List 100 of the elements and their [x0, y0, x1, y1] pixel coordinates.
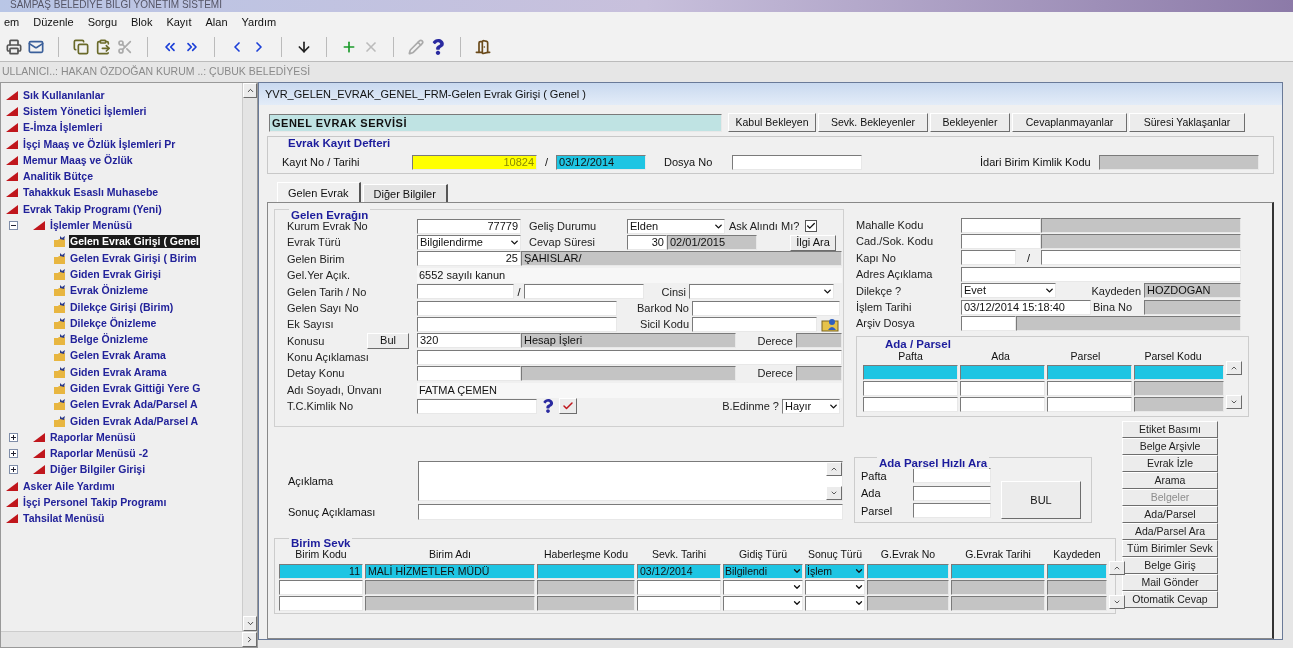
tab[interactable]: Gelen Evrak — [277, 182, 361, 202]
input-field[interactable] — [417, 366, 521, 382]
table-dropdown[interactable] — [805, 595, 865, 611]
exit-icon[interactable] — [475, 38, 491, 55]
filter-button[interactable]: Kabul Bekleyen — [728, 113, 816, 132]
tree-item[interactable]: Gelen Evrak Girişi ( Birim — [69, 251, 198, 265]
dropdown[interactable]: Evet — [961, 283, 1056, 299]
dropdown[interactable]: Bilgilendirme — [417, 235, 521, 251]
input-field[interactable] — [961, 250, 1016, 266]
table-cell[interactable] — [1047, 595, 1107, 611]
scroll-up-button[interactable] — [1226, 360, 1242, 375]
input-field[interactable] — [913, 485, 991, 501]
person-card-icon[interactable] — [821, 317, 839, 333]
table-cell[interactable] — [1047, 381, 1132, 397]
table-cell[interactable] — [867, 579, 949, 595]
tree-item[interactable]: Raporlar Menüsü — [49, 430, 137, 444]
table-dropdown[interactable] — [805, 579, 865, 595]
input-field[interactable] — [692, 300, 840, 316]
action-button[interactable]: Arama — [1122, 472, 1218, 489]
input-field[interactable]: 77779 — [417, 218, 521, 234]
tree-item[interactable]: Giden Evrak Arama — [69, 365, 168, 379]
table-cell[interactable] — [867, 563, 949, 579]
help-icon[interactable] — [430, 38, 446, 55]
menu-item[interactable]: em — [4, 13, 20, 31]
tree-item[interactable]: Evrak Önizleme — [69, 284, 150, 298]
tab[interactable]: Diğer Bilgiler — [362, 184, 448, 202]
printer-icon[interactable] — [6, 38, 22, 55]
filter-button[interactable]: Süresi Yaklaşanlar — [1129, 113, 1245, 132]
table-cell[interactable] — [867, 595, 949, 611]
input-field[interactable] — [732, 154, 863, 170]
input-field[interactable] — [961, 266, 1241, 282]
input-field[interactable] — [961, 234, 1041, 250]
input-field[interactable]: 6552 sayılı kanun — [417, 267, 842, 283]
tree-item[interactable]: Dilekçe Girişi (Birim) — [69, 300, 175, 314]
table-cell[interactable] — [863, 381, 958, 397]
confirm-button[interactable] — [559, 398, 577, 415]
scroll-up-button[interactable] — [1109, 561, 1125, 575]
table-cell[interactable] — [279, 579, 363, 595]
input-field[interactable] — [417, 399, 537, 414]
search-button[interactable]: BUL — [1001, 481, 1081, 519]
tree-item[interactable]: Giden Evrak Gittiği Yere G — [69, 382, 202, 395]
table-cell[interactable] — [537, 595, 635, 611]
action-button[interactable]: Mail Gönder — [1122, 574, 1218, 591]
form-button[interactable]: İlgi Ara — [790, 234, 836, 251]
table-cell[interactable] — [863, 397, 958, 413]
text-area[interactable] — [418, 461, 843, 501]
scroll-up-icon[interactable] — [245, 86, 255, 95]
dropdown[interactable]: Hayır — [782, 399, 840, 414]
table-cell[interactable] — [537, 563, 635, 579]
table-cell[interactable] — [365, 595, 535, 611]
checkbox[interactable] — [805, 220, 817, 233]
tree-item[interactable]: Gelen Evrak Ada/Parsel A — [69, 398, 199, 412]
scroll-down-button[interactable] — [826, 486, 842, 500]
table-cell[interactable] — [960, 381, 1045, 397]
menu-item[interactable]: Yardım — [241, 13, 277, 31]
input-field[interactable] — [1041, 250, 1241, 266]
input-field[interactable] — [417, 284, 514, 300]
input-field[interactable] — [417, 300, 617, 316]
input-field[interactable] — [961, 217, 1041, 233]
table-dropdown[interactable] — [723, 595, 803, 611]
table-cell[interactable] — [951, 595, 1045, 611]
table-cell[interactable] — [1134, 381, 1224, 397]
action-button[interactable]: Etiket Basımı — [1122, 421, 1218, 438]
collapse-icon[interactable] — [9, 221, 18, 230]
input-field[interactable]: 30 — [627, 235, 667, 251]
table-dropdown[interactable]: Bilgilendi — [723, 563, 803, 579]
table-cell[interactable] — [960, 397, 1045, 413]
tree-item[interactable]: Asker Aile Yardımı — [22, 479, 116, 493]
table-cell[interactable] — [951, 563, 1045, 579]
scroll-right-icon[interactable] — [245, 635, 254, 644]
table-cell[interactable] — [637, 595, 721, 611]
tree-item[interactable]: Belge Önizleme — [69, 333, 150, 347]
tree-item[interactable]: Giden Evrak Girişi — [69, 267, 163, 281]
table-cell[interactable] — [1047, 563, 1107, 579]
input-field[interactable] — [913, 503, 991, 519]
table-cell[interactable]: MALİ HİZMETLER MÜDÜ — [365, 563, 535, 579]
input-field[interactable] — [692, 317, 817, 333]
action-button[interactable]: Belge Giriş — [1122, 557, 1218, 574]
menu-item[interactable]: Sorgu — [87, 13, 117, 31]
expand-icon[interactable] — [9, 449, 18, 459]
tree-item[interactable]: Gelen Evrak Girişi ( Genel — [69, 235, 200, 249]
input-field[interactable] — [418, 504, 843, 520]
table-cell[interactable] — [1134, 397, 1224, 413]
table-cell[interactable] — [1047, 579, 1107, 595]
scroll-up-button[interactable] — [826, 462, 842, 476]
tree-item[interactable]: Memur Maaş ve Özlük — [22, 153, 134, 167]
input-field[interactable] — [417, 349, 842, 365]
scrollbar[interactable] — [1, 631, 257, 647]
table-cell[interactable] — [279, 595, 363, 611]
input-field[interactable] — [524, 284, 644, 300]
action-button[interactable]: Tüm Birimler Sevk — [1122, 540, 1218, 557]
menu-item[interactable]: Blok — [131, 13, 153, 31]
input-field[interactable]: 10824 — [412, 154, 537, 170]
input-field[interactable]: 03/12/2014 15:18:40 — [961, 299, 1091, 315]
dropdown[interactable] — [689, 284, 834, 300]
scroll-down-button[interactable] — [1226, 394, 1242, 409]
input-field[interactable]: 320 — [417, 333, 521, 349]
tree-item[interactable]: İşçi Maaş ve Özlük İşlemleri Pr — [22, 137, 177, 151]
action-button[interactable]: Evrak İzle — [1122, 455, 1218, 472]
filter-button[interactable]: Bekleyenler — [930, 113, 1010, 132]
